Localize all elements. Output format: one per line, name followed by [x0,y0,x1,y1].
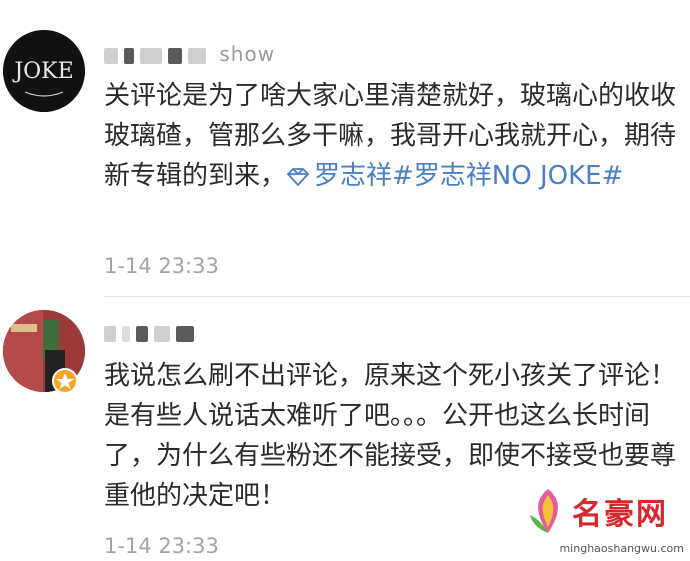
divider [104,296,690,297]
watermark-logo-icon [530,489,558,533]
topic-text: 罗志祥#罗志祥NO JOKE# [314,161,624,191]
avatar[interactable]: JOKE [3,30,85,112]
verified-badge-icon [52,368,78,394]
comment-body: 关评论是为了啥大家心里清楚就好，玻璃心的收收玻璃碴，管那么多干嘛，我哥开心我就开… [104,76,684,196]
watermark-title: 名豪网 [572,497,668,532]
topic-link[interactable]: 罗志祥#罗志祥NO JOKE# [286,161,623,191]
username-visible-text: show [219,42,276,66]
watermark-url: minghaoshangwu.com [559,542,684,555]
username[interactable]: show [104,42,275,66]
avatar-text: JOKE [12,59,73,84]
joke-logo-icon: JOKE [3,30,85,112]
diamond-icon [286,168,310,186]
timestamp: 1-14 23:33 [104,534,219,558]
watermark: 名豪网 minghaoshangwu.com [524,485,684,555]
comment-1: JOKE show 关评论是为了啥大家心里清楚就好，玻璃心的收收玻璃碴，管那么多… [0,0,690,300]
username[interactable] [104,320,200,344]
timestamp: 1-14 23:33 [104,254,219,278]
